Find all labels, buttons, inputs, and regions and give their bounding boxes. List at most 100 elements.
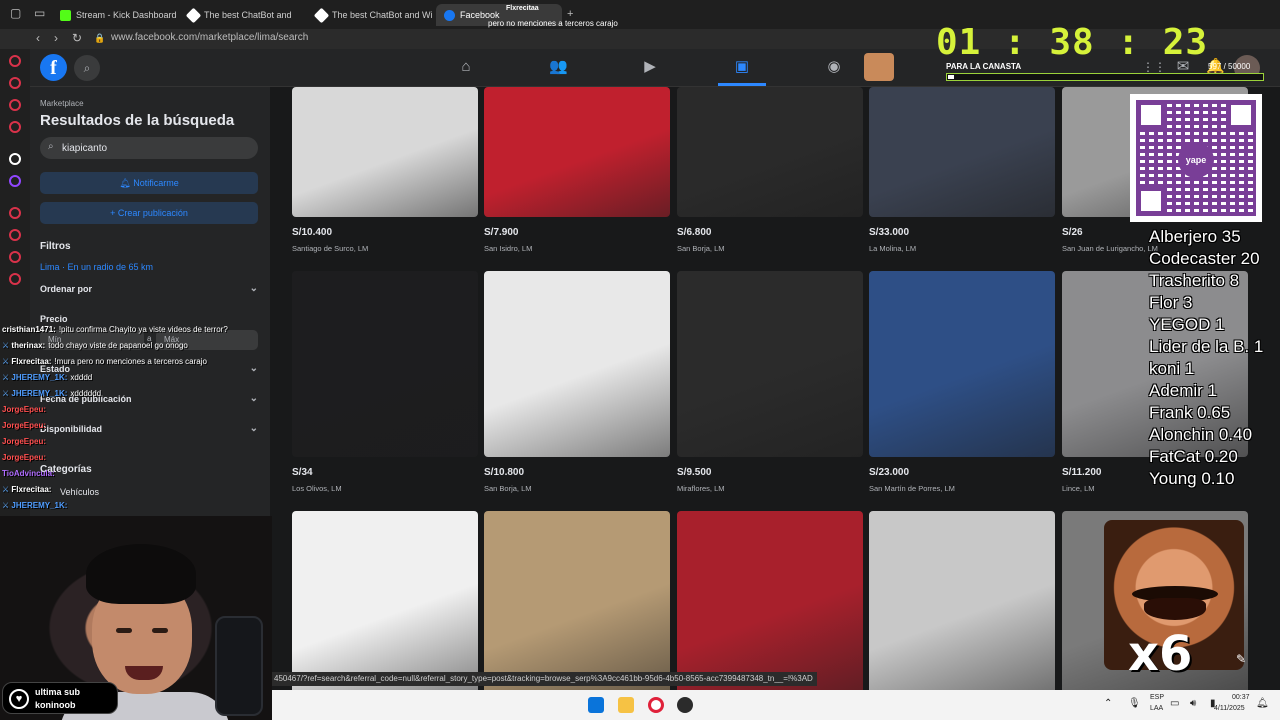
listing-photo[interactable] — [677, 511, 863, 690]
search-input[interactable]: ⌕ kiapicanto — [40, 137, 258, 159]
listing-card[interactable]: S/33.000 La Molina, LM — [869, 87, 1055, 253]
sort-dropdown[interactable]: Ordenar por ⌄ — [40, 283, 258, 294]
marketplace-icon[interactable]: ▣ — [733, 58, 751, 76]
listing-photo[interactable] — [677, 271, 863, 457]
chat-username[interactable]: Flxrecitaa: — [11, 485, 51, 494]
listing-photo[interactable] — [484, 87, 670, 217]
listing-card[interactable]: S/7.900 San Isidro, LM — [484, 87, 670, 253]
tab-chatbot-1[interactable]: The best ChatBot and — [180, 4, 304, 26]
chat-username[interactable]: cristhian1471: — [2, 325, 56, 334]
emote-mouth — [1144, 598, 1206, 620]
chat-overlay: cristhian1471: !pitu confirma Chayito ya … — [2, 322, 272, 514]
taskbar-language[interactable]: ESP — [1150, 694, 1164, 701]
listing-price: S/10.400 — [292, 227, 333, 238]
listing-photo[interactable] — [292, 511, 478, 690]
listing-photo[interactable] — [677, 87, 863, 217]
listing-card[interactable]: S/34 Los Olivos, LM — [292, 271, 478, 493]
yape-logo: yape — [1178, 142, 1214, 178]
reload-icon[interactable]: ↻ — [72, 31, 82, 45]
taskbar-date[interactable]: 4/11/2025 — [1214, 705, 1245, 712]
chat-username[interactable]: JorgeEpeu: — [2, 437, 46, 446]
chat-username[interactable]: TioAdvincula: — [2, 469, 55, 478]
opera-icon[interactable] — [648, 697, 664, 713]
listing-price: S/23.000 — [869, 467, 910, 478]
file-explorer-icon[interactable] — [618, 697, 634, 713]
tab-chatbot-2[interactable]: The best ChatBot and Wi — [308, 4, 434, 26]
listing-card[interactable]: S/6.800 San Borja, LM — [677, 87, 863, 253]
listing-price: S/10.800 — [484, 467, 525, 478]
sword-badge-icon: ⚔ — [2, 373, 12, 382]
window-icon[interactable]: ▢ — [10, 6, 21, 20]
taskbar-time[interactable]: 00:37 — [1232, 694, 1250, 701]
friends-icon[interactable]: 👥 — [549, 58, 568, 76]
listing-photo[interactable] — [484, 271, 670, 457]
last-sub-badge: ♥ ultima sub koninoob — [2, 682, 118, 714]
chat-message: ⚔ JHEREMY_1K: xdddd — [2, 370, 272, 386]
sidebar-app-icon[interactable] — [9, 77, 21, 89]
listing-photo[interactable] — [292, 87, 478, 217]
goal-count: 597 / 50000 — [1208, 62, 1251, 71]
listing-photo[interactable] — [292, 271, 478, 457]
url-text[interactable]: www.facebook.com/marketplace/lima/search — [111, 32, 308, 43]
taskbar-layout[interactable]: LAA — [1150, 705, 1163, 712]
obs-icon[interactable] — [677, 697, 693, 713]
webcam-eye — [116, 628, 132, 633]
listing-photo[interactable] — [484, 511, 670, 690]
search-icon: ⌕ — [48, 141, 54, 152]
chat-username[interactable]: JorgeEpeu: — [2, 453, 46, 462]
chatbot-icon — [185, 7, 202, 23]
listing-card[interactable] — [292, 511, 478, 690]
listing-photo[interactable] — [869, 87, 1055, 217]
listing-photo[interactable] — [869, 271, 1055, 457]
goal-progress-fill — [948, 75, 954, 79]
chat-username[interactable]: Flxrecitaa: — [11, 357, 51, 366]
back-icon[interactable]: ‹ — [36, 31, 40, 45]
listing-card[interactable]: S/23.000 San Martín de Porres, LM — [869, 271, 1055, 493]
listing-card[interactable] — [677, 511, 863, 690]
notify-button[interactable]: 🔔︎ Notificarme — [40, 172, 258, 194]
volume-icon[interactable]: 🔊︎ — [1190, 698, 1196, 709]
sidebar-app-icon[interactable] — [9, 153, 21, 165]
listing-price: S/6.800 — [677, 227, 712, 238]
notifications-icon[interactable]: 🔔︎ — [1256, 698, 1269, 709]
network-icon[interactable]: ▭ — [1170, 698, 1179, 709]
chat-username[interactable]: JorgeEpeu: — [2, 421, 46, 430]
listing-card[interactable] — [869, 511, 1055, 690]
forward-icon[interactable]: › — [54, 31, 58, 45]
listing-card[interactable]: S/10.800 San Borja, LM — [484, 271, 670, 493]
sidebar-app-icon[interactable] — [9, 251, 21, 263]
listing-card[interactable]: S/9.500 Miraflores, LM — [677, 271, 863, 493]
listing-photo[interactable] — [869, 511, 1055, 690]
chat-username[interactable]: JorgeEpeu: — [2, 405, 46, 414]
home-icon[interactable]: ⌂ — [457, 58, 475, 76]
search-icon[interactable]: ⌕ — [74, 55, 100, 81]
chat-username[interactable]: JHEREMY_1K: — [11, 373, 67, 382]
sidebar-app-icon[interactable] — [9, 121, 21, 133]
donor-entry: Flor 3 — [1149, 293, 1193, 312]
chat-username[interactable]: JHEREMY_1K: — [11, 501, 67, 510]
chat-username[interactable]: JHEREMY_1K: — [11, 389, 67, 398]
chat-text: todo chayo viste de papanoel go onogo — [48, 341, 188, 350]
profile-shortcut-avatar[interactable] — [864, 53, 894, 81]
sidebar-toggle-icon[interactable]: ▭ — [34, 6, 45, 20]
mic-icon[interactable]: 🎙︎ — [1128, 698, 1141, 709]
chevron-up-icon[interactable]: ⌃ — [1104, 698, 1112, 709]
edit-icon[interactable]: ✎ — [1236, 652, 1246, 666]
sidebar-app-icon[interactable] — [9, 99, 21, 111]
sidebar-app-icon[interactable] — [9, 207, 21, 219]
sidebar-app-icon[interactable] — [9, 229, 21, 241]
create-listing-button[interactable]: + Crear publicación — [40, 202, 258, 224]
groups-icon[interactable]: ◉ — [825, 58, 843, 76]
chat-username[interactable]: therinax: — [11, 341, 45, 350]
start-icon[interactable] — [588, 697, 604, 713]
sidebar-app-icon[interactable] — [9, 55, 21, 67]
facebook-logo[interactable]: f — [40, 54, 67, 81]
location-filter[interactable]: Lima · En un radio de 65 km — [40, 262, 153, 272]
donor-entry: Trasherito 8 — [1149, 271, 1240, 290]
sidebar-app-icon[interactable] — [9, 175, 21, 187]
watch-icon[interactable]: ▶ — [641, 58, 659, 76]
listing-card[interactable] — [484, 511, 670, 690]
listing-card[interactable]: S/10.400 Santiago de Surco, LM — [292, 87, 478, 253]
tab-kick-dashboard[interactable]: Stream - Kick Dashboard — [52, 4, 178, 26]
sidebar-app-icon[interactable] — [9, 273, 21, 285]
